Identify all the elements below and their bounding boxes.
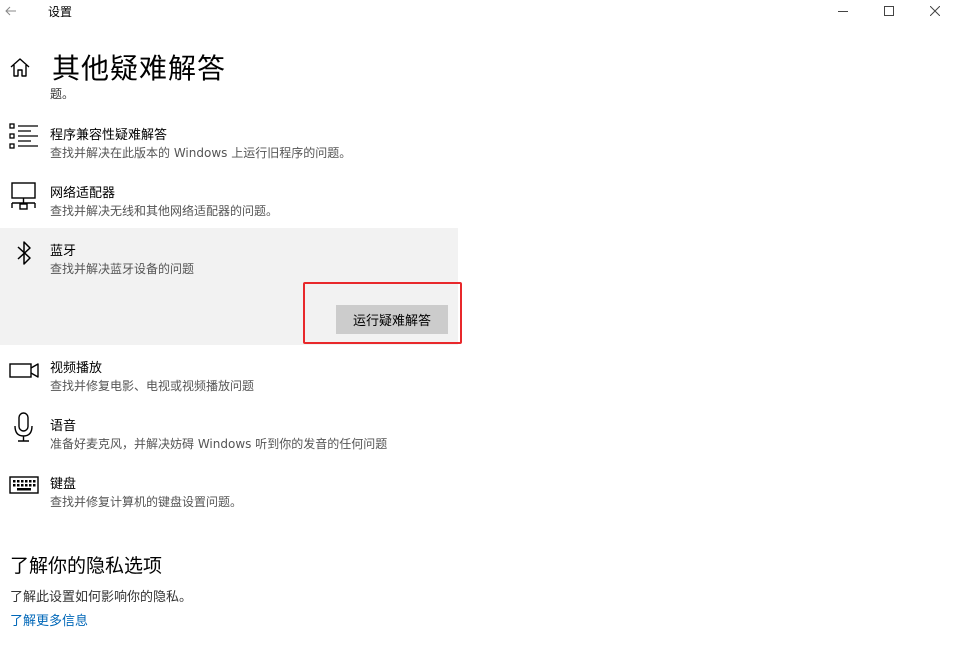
troubleshooter-video-playback[interactable]: 视频播放 查找并修复电影、电视或视频播放问题 — [0, 351, 458, 401]
learn-more-link[interactable]: 了解更多信息 — [10, 610, 88, 629]
item-title: 蓝牙 — [50, 244, 77, 259]
close-button[interactable] — [912, 0, 956, 22]
cut-off-description: 题。 — [50, 88, 75, 100]
maximize-button[interactable] — [866, 0, 912, 22]
item-title: 程序兼容性疑难解答 — [50, 128, 168, 143]
minimize-icon — [838, 11, 848, 12]
close-icon — [930, 6, 940, 16]
troubleshooter-bluetooth[interactable]: 蓝牙 查找并解决蓝牙设备的问题 — [0, 234, 458, 284]
microphone-icon — [14, 412, 33, 442]
item-title: 视频播放 — [50, 361, 103, 376]
home-icon — [10, 58, 30, 77]
maximize-icon — [884, 6, 894, 16]
item-title: 语音 — [50, 419, 77, 434]
minimize-button[interactable] — [820, 0, 866, 22]
troubleshooter-network-adapter[interactable]: 网络适配器 查找并解决无线和其他网络适配器的问题。 — [0, 176, 458, 226]
item-description: 查找并解决无线和其他网络适配器的问题。 — [50, 204, 279, 218]
network-adapter-icon — [11, 182, 36, 210]
privacy-heading: 了解你的隐私选项 — [10, 555, 163, 577]
home-button[interactable] — [8, 56, 32, 80]
troubleshooter-keyboard[interactable]: 键盘 查找并修复计算机的键盘设置问题。 — [0, 467, 458, 517]
privacy-description: 了解此设置如何影响你的隐私。 — [10, 590, 193, 605]
troubleshooter-speech[interactable]: 语音 准备好麦克风，并解决妨碍 Windows 听到你的发音的任何问题 — [0, 409, 458, 459]
item-title: 网络适配器 — [50, 186, 116, 201]
keyboard-icon — [9, 476, 39, 494]
item-description: 查找并修复计算机的键盘设置问题。 — [50, 495, 243, 509]
item-title: 键盘 — [50, 477, 77, 492]
window-title: 设置 — [48, 5, 73, 19]
item-description: 查找并修复电影、电视或视频播放问题 — [50, 379, 255, 393]
troubleshooter-program-compatibility[interactable]: 程序兼容性疑难解答 查找并解决在此版本的 Windows 上运行旧程序的问题。 — [0, 118, 458, 168]
back-arrow-icon — [5, 6, 16, 16]
item-description: 查找并解决蓝牙设备的问题 — [50, 262, 195, 276]
list-icon — [9, 123, 38, 149]
item-description: 查找并解决在此版本的 Windows 上运行旧程序的问题。 — [50, 146, 352, 160]
bluetooth-icon — [17, 241, 31, 265]
item-description: 准备好麦克风，并解决妨碍 Windows 听到你的发音的任何问题 — [50, 437, 388, 451]
video-camera-icon — [9, 363, 39, 378]
highlight-annotation-box — [303, 282, 462, 344]
back-button[interactable] — [0, 0, 22, 22]
page-title: 其他疑难解答 — [52, 52, 227, 85]
